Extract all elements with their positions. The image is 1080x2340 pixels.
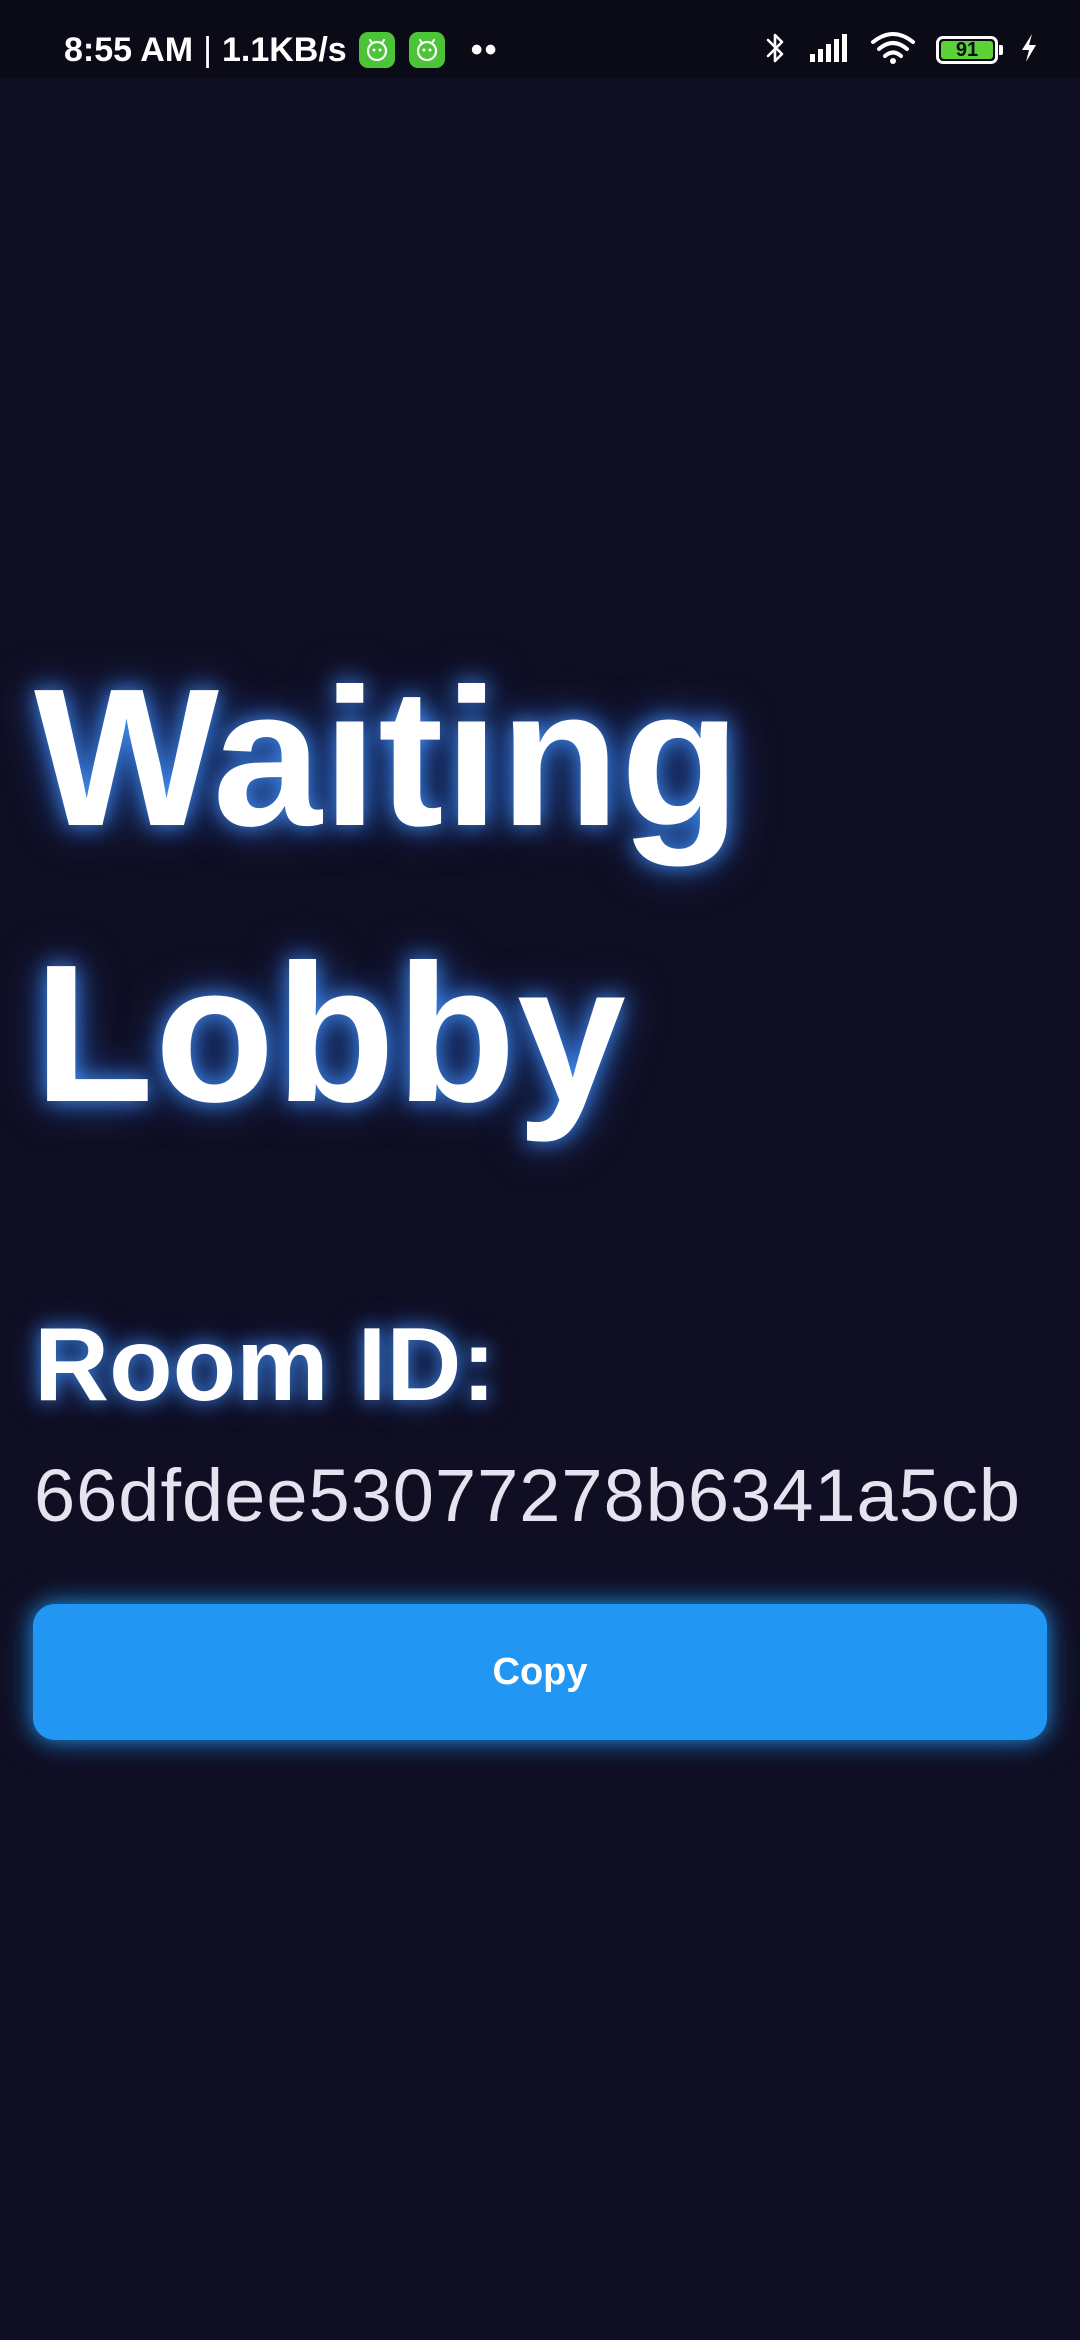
bluetooth-icon (764, 30, 788, 71)
battery-level: 91 (941, 39, 993, 61)
more-notifications-dots: •• (470, 30, 499, 69)
screen: 8:55 AM | 1.1KB/s •• 91 Waiting Lobby Ro… (0, 0, 1080, 2340)
status-left: 8:55 AM | 1.1KB/s •• (64, 0, 499, 100)
copy-button[interactable]: Copy (33, 1604, 1047, 1740)
status-right: 91 (764, 0, 1040, 100)
page-title: Waiting Lobby (34, 620, 741, 1172)
room-id-label: Room ID: (34, 1307, 497, 1423)
charging-icon (1018, 32, 1040, 69)
android-app-icon (408, 32, 445, 68)
battery-icon: 91 (936, 36, 1003, 64)
status-time: 8:55 AM (64, 30, 194, 69)
title-line-1: Waiting (34, 648, 742, 867)
network-speed: 1.1KB/s (221, 30, 347, 69)
wifi-icon (870, 30, 916, 71)
title-line-2: Lobby (34, 924, 627, 1143)
status-separator: | (203, 30, 212, 69)
android-app-icon (358, 32, 395, 68)
status-bar: 8:55 AM | 1.1KB/s •• 91 (0, 0, 1080, 78)
room-id-value: 66dfdee53077278b6341a5cb (34, 1454, 1021, 1537)
signal-icon (808, 32, 850, 69)
